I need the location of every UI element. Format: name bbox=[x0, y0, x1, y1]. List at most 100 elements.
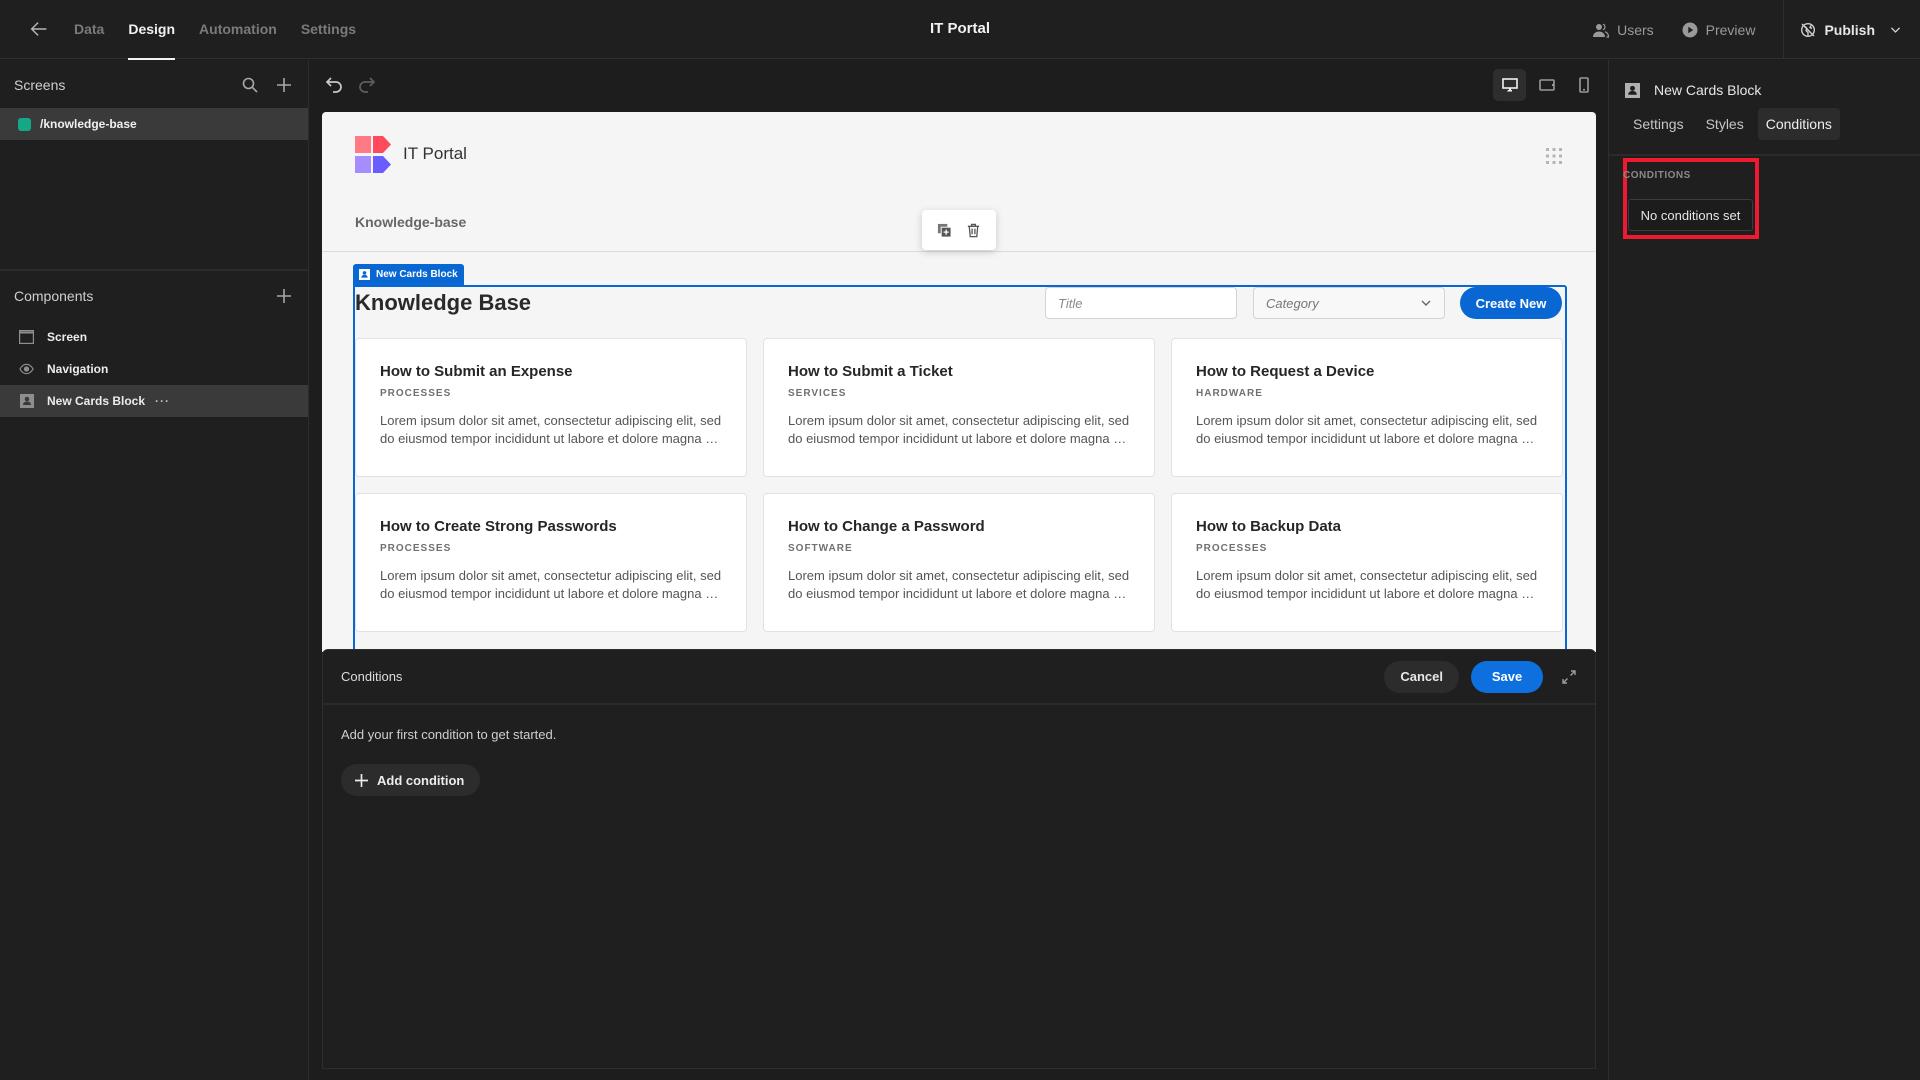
more-options-icon[interactable]: ··· bbox=[155, 394, 170, 408]
selected-block-tag[interactable]: New Cards Block bbox=[353, 264, 464, 285]
card-title: How to Submit a Ticket bbox=[788, 363, 953, 380]
component-item-screen[interactable]: Screen bbox=[0, 321, 308, 353]
tab-styles-panel[interactable]: Styles bbox=[1698, 108, 1752, 140]
kb-card[interactable]: How to Create Strong Passwords PROCESSES… bbox=[355, 493, 747, 632]
block-tag-label: New Cards Block bbox=[376, 269, 458, 280]
card-title: How to Submit an Expense bbox=[380, 363, 573, 380]
redo-icon[interactable] bbox=[357, 74, 379, 96]
right-panel: New Cards Block Settings Styles Conditio… bbox=[1608, 60, 1920, 1080]
cards-grid: How to Submit an Expense PROCESSES Lorem… bbox=[355, 338, 1563, 632]
cards-block-icon bbox=[359, 269, 370, 280]
tab-automation[interactable]: Automation bbox=[199, 0, 277, 59]
component-item-navigation[interactable]: Navigation bbox=[0, 353, 308, 385]
component-label: New Cards Block bbox=[47, 394, 146, 408]
cards-block-icon bbox=[1625, 82, 1640, 98]
app-logo bbox=[355, 136, 391, 173]
screen-color-dot bbox=[18, 117, 31, 131]
create-new-button[interactable]: Create New bbox=[1460, 287, 1562, 319]
app-grid-icon[interactable] bbox=[1546, 148, 1562, 164]
app-preview-canvas: IT Portal Knowledge-base New Cards Block… bbox=[322, 112, 1596, 652]
tab-conditions-panel[interactable]: Conditions bbox=[1757, 108, 1840, 140]
kb-card[interactable]: How to Change a Password SOFTWARE Lorem … bbox=[763, 493, 1155, 632]
mobile-view-button[interactable] bbox=[1567, 69, 1600, 101]
add-condition-label: Add condition bbox=[377, 772, 465, 788]
kb-card[interactable]: How to Request a Device HARDWARE Lorem i… bbox=[1171, 338, 1563, 477]
kb-card[interactable]: How to Backup Data PROCESSES Lorem ipsum… bbox=[1171, 493, 1563, 632]
tab-design[interactable]: Design bbox=[128, 0, 175, 60]
mobile-icon bbox=[1578, 77, 1589, 93]
card-description: Lorem ipsum dolor sit amet, consectetur … bbox=[380, 413, 722, 446]
nav-link-knowledge-base[interactable]: Knowledge-base bbox=[355, 214, 466, 230]
back-arrow-icon[interactable] bbox=[28, 18, 50, 40]
component-label: Screen bbox=[47, 330, 88, 344]
tab-data[interactable]: Data bbox=[74, 0, 104, 59]
card-description: Lorem ipsum dolor sit amet, consectetur … bbox=[788, 413, 1130, 446]
card-title: How to Backup Data bbox=[1196, 518, 1342, 535]
component-item-new-cards-block[interactable]: New Cards Block ··· bbox=[0, 385, 308, 417]
desktop-icon bbox=[1501, 78, 1518, 92]
chevron-down-icon[interactable] bbox=[1889, 23, 1902, 36]
expand-icon[interactable] bbox=[1561, 669, 1577, 685]
publish-button[interactable]: Publish bbox=[1783, 0, 1920, 59]
category-select[interactable]: Category bbox=[1253, 287, 1445, 319]
users-label: Users bbox=[1617, 21, 1654, 38]
card-title: How to Request a Device bbox=[1196, 363, 1375, 380]
chevron-down-icon bbox=[1421, 300, 1431, 306]
conditions-drawer: Conditions Cancel Save Add your first co… bbox=[322, 649, 1596, 1069]
card-category: PROCESSES bbox=[380, 388, 452, 399]
desktop-view-button[interactable] bbox=[1493, 69, 1526, 101]
tablet-icon bbox=[1538, 79, 1555, 91]
screen-route-label: /knowledge-base bbox=[40, 117, 137, 131]
cancel-button[interactable]: Cancel bbox=[1384, 660, 1459, 693]
save-button[interactable]: Save bbox=[1471, 660, 1543, 693]
title-search-input[interactable] bbox=[1045, 287, 1237, 319]
card-title: How to Change a Password bbox=[788, 518, 985, 535]
add-screen-icon[interactable] bbox=[274, 75, 294, 95]
components-heading: Components bbox=[14, 288, 94, 304]
main-nav-tabs: Data Design Automation Settings bbox=[74, 0, 356, 60]
category-select-label: Category bbox=[1266, 295, 1319, 311]
app-header: IT Portal Knowledge-base bbox=[322, 112, 1596, 252]
screen-icon bbox=[19, 330, 34, 344]
card-description: Lorem ipsum dolor sit amet, consectetur … bbox=[1196, 568, 1538, 601]
drawer-title: Conditions bbox=[341, 669, 403, 684]
tab-settings-panel[interactable]: Settings bbox=[1625, 108, 1692, 140]
card-category: SOFTWARE bbox=[788, 543, 853, 554]
card-category: SERVICES bbox=[788, 388, 847, 399]
cards-block-heading: Knowledge Base bbox=[355, 290, 532, 315]
card-description: Lorem ipsum dolor sit amet, consectetur … bbox=[380, 568, 722, 601]
selected-component-name: New Cards Block bbox=[1654, 82, 1762, 98]
card-category: HARDWARE bbox=[1196, 388, 1263, 399]
eye-icon bbox=[19, 362, 34, 376]
kb-card[interactable]: How to Submit a Ticket SERVICES Lorem ip… bbox=[763, 338, 1155, 477]
screen-item-knowledge-base[interactable]: /knowledge-base bbox=[0, 108, 308, 140]
no-conditions-button[interactable]: No conditions set bbox=[1628, 199, 1753, 231]
card-category: PROCESSES bbox=[1196, 543, 1268, 554]
drawer-hint: Add your first condition to get started. bbox=[341, 727, 557, 742]
search-icon[interactable] bbox=[240, 75, 260, 95]
trash-icon[interactable] bbox=[966, 223, 981, 238]
card-description: Lorem ipsum dolor sit amet, consectetur … bbox=[788, 568, 1130, 601]
preview-label: Preview bbox=[1705, 21, 1756, 38]
users-button[interactable]: Users bbox=[1593, 22, 1654, 38]
top-bar: Data Design Automation Settings IT Porta… bbox=[0, 0, 1920, 60]
publish-label: Publish bbox=[1824, 21, 1875, 38]
screens-heading: Screens bbox=[14, 77, 66, 93]
tablet-view-button[interactable] bbox=[1530, 69, 1563, 101]
card-category: PROCESSES bbox=[380, 543, 452, 554]
component-label: Navigation bbox=[47, 362, 109, 376]
users-icon bbox=[1593, 23, 1610, 38]
tab-settings[interactable]: Settings bbox=[301, 0, 356, 59]
add-component-icon[interactable] bbox=[274, 286, 294, 306]
preview-button[interactable]: Preview bbox=[1682, 21, 1756, 38]
component-floating-actions bbox=[922, 210, 996, 250]
left-panel: Screens /knowledge-base Components Scree… bbox=[0, 60, 309, 1080]
plus-icon bbox=[355, 773, 368, 787]
conditions-section-label: CONDITIONS bbox=[1623, 170, 1691, 181]
add-condition-button[interactable]: Add condition bbox=[341, 764, 481, 796]
kb-card[interactable]: How to Submit an Expense PROCESSES Lorem… bbox=[355, 338, 747, 477]
undo-icon[interactable] bbox=[324, 74, 346, 96]
duplicate-icon[interactable] bbox=[937, 223, 952, 238]
play-circle-icon bbox=[1682, 22, 1698, 37]
components-section: Components Screen Navigation New Cards B… bbox=[0, 269, 308, 417]
